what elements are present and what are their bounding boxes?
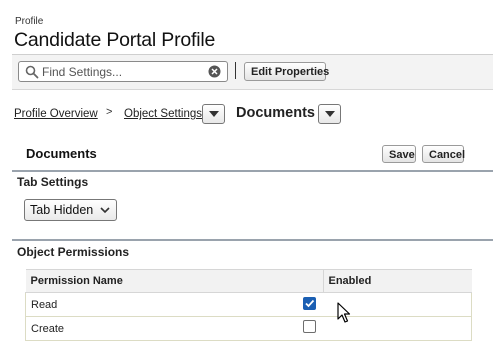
permissions-table: Permission Name Enabled Read Create: [25, 269, 472, 341]
object-settings-dropdown-button[interactable]: [202, 104, 225, 124]
chevron-down-icon: [209, 111, 219, 117]
create-enabled-checkbox[interactable]: [303, 320, 316, 333]
section-divider: [12, 239, 493, 241]
permission-name-read: Read: [25, 292, 323, 317]
table-row: Read: [25, 292, 472, 317]
page-eyebrow: Profile: [15, 16, 44, 27]
checkmark-icon: [305, 299, 315, 308]
section-title: Documents: [26, 146, 97, 161]
object-permissions-heading: Object Permissions: [17, 245, 130, 259]
page-title: Candidate Portal Profile: [14, 29, 216, 51]
column-header-enabled: Enabled: [322, 269, 472, 293]
chevron-down-icon: [325, 111, 335, 117]
read-enabled-checkbox[interactable]: [303, 297, 316, 310]
search-input[interactable]: [42, 63, 202, 80]
save-button[interactable]: Save: [382, 145, 416, 163]
breadcrumb-separator: >: [106, 106, 113, 118]
column-header-permission-name: Permission Name: [25, 269, 323, 293]
search-icon: [25, 65, 39, 79]
breadcrumb-current: Documents: [236, 105, 315, 121]
cancel-button[interactable]: Cancel: [422, 145, 465, 163]
toolbar-separator: [235, 62, 236, 79]
tab-settings-heading: Tab Settings: [17, 175, 89, 189]
tab-visibility-value: Tab Hidden: [30, 203, 94, 217]
breadcrumb-object-settings[interactable]: Object Settings: [124, 108, 202, 120]
table-header-row: Permission Name Enabled: [25, 269, 472, 293]
table-row: Create: [25, 316, 472, 341]
edit-properties-button[interactable]: Edit Properties: [244, 62, 329, 81]
mouse-cursor-icon: [337, 302, 351, 323]
documents-dropdown-button[interactable]: [318, 104, 341, 124]
permission-name-create: Create: [25, 316, 323, 341]
clear-search-icon[interactable]: [208, 65, 221, 78]
chevron-down-icon: [100, 207, 110, 214]
breadcrumb-profile-overview[interactable]: Profile Overview: [14, 108, 98, 120]
section-divider: [12, 170, 493, 172]
